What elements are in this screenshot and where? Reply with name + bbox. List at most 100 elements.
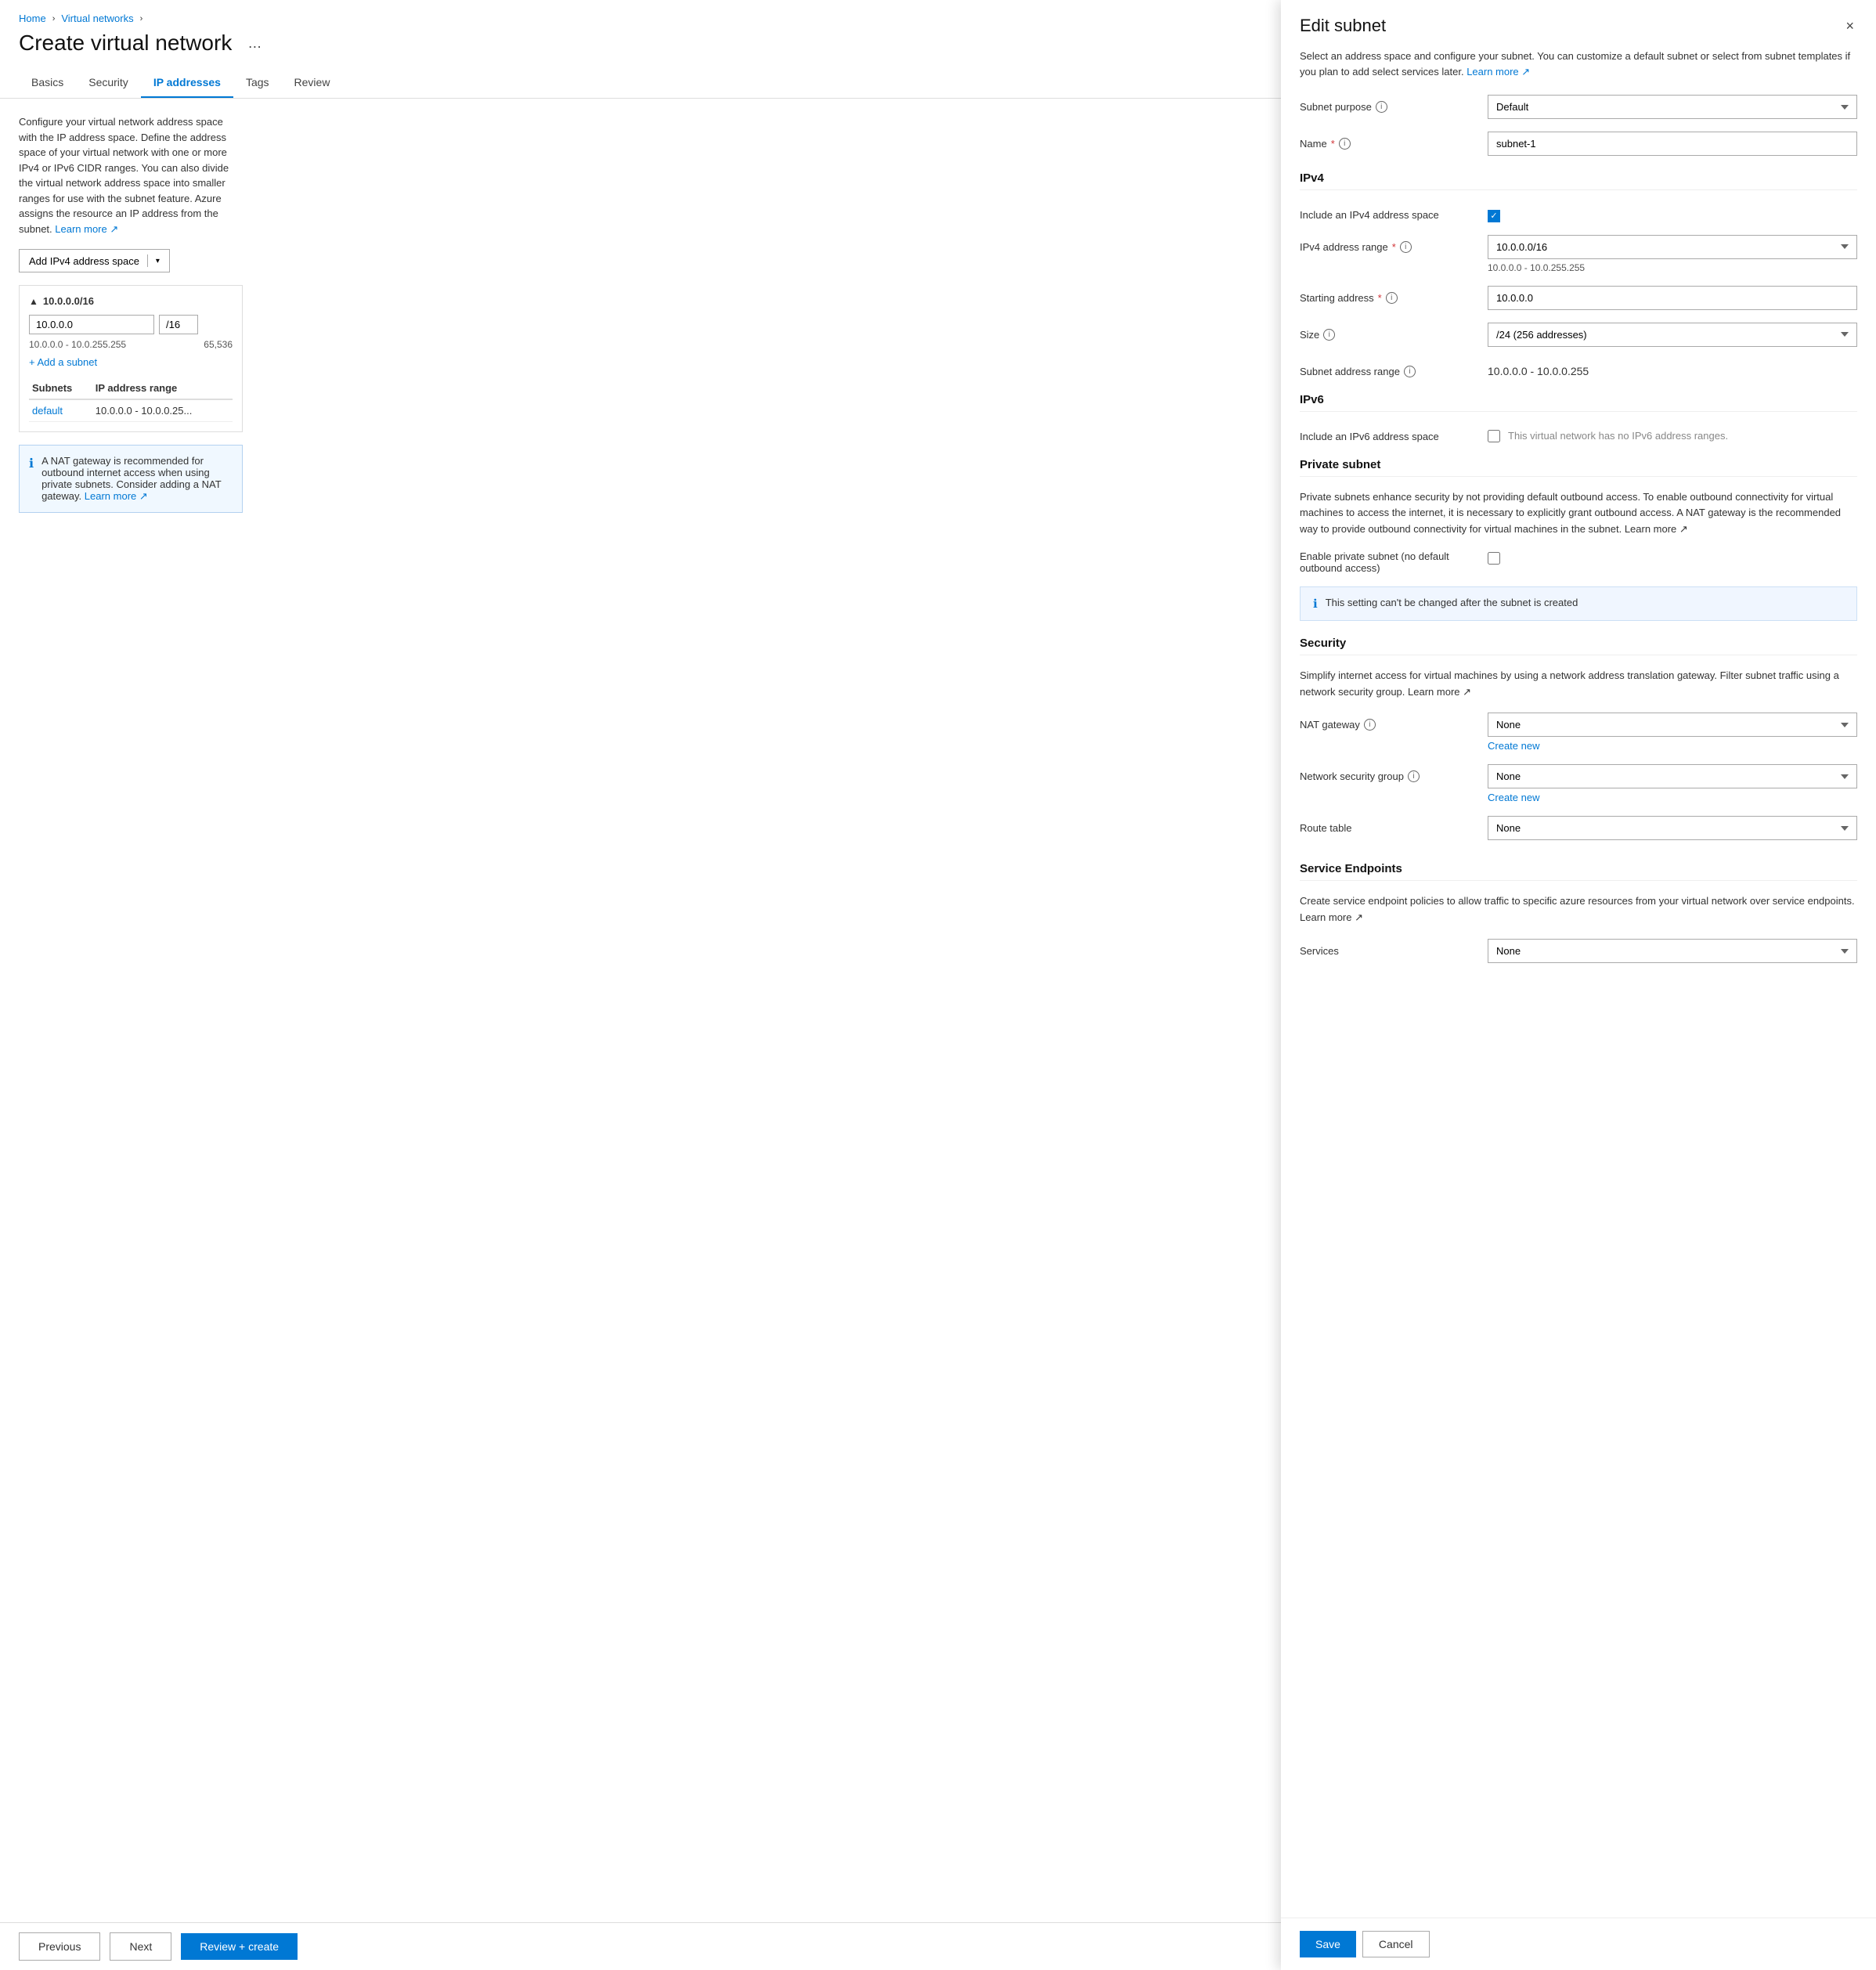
nat-gateway-select[interactable]: None [1488,713,1857,737]
service-endpoints-learn-more-link[interactable]: Learn more ↗ [1300,911,1363,923]
starting-address-input[interactable] [1488,286,1857,310]
security-section-heading: Security [1300,637,1857,650]
subnet-purpose-row: Subnet purpose i Default [1300,95,1857,119]
nsg-label: Network security group [1300,770,1404,782]
private-subnet-desc: Private subnets enhance security by not … [1300,489,1857,538]
subnet-address-range-label: Subnet address range [1300,366,1400,377]
size-select[interactable]: /24 (256 addresses) [1488,323,1857,347]
subnets-table: Subnets IP address range default 10.0.0.… [29,377,233,422]
close-button[interactable]: × [1842,16,1857,36]
nat-gateway-row: NAT gateway i None Create new [1300,713,1857,752]
include-ipv4-checkbox[interactable] [1488,210,1500,222]
private-note-text: This setting can't be changed after the … [1326,597,1578,608]
nat-gateway-create-new-link[interactable]: Create new [1488,740,1857,752]
left-description: Configure your virtual network address s… [19,114,243,236]
info-learn-more-link[interactable]: Learn more ↗ [85,490,148,502]
security-learn-more-link[interactable]: Learn more ↗ [1408,686,1471,698]
subnet-address-range-value: 10.0.0.0 - 10.0.0.255 [1488,365,1589,377]
services-select[interactable]: None [1488,939,1857,963]
drawer-footer: Save Cancel [1281,1918,1876,1970]
tab-basics[interactable]: Basics [19,68,76,98]
ipv4-range-info-icon[interactable]: i [1400,241,1412,253]
route-table-select[interactable]: None [1488,816,1857,840]
ipv6-placeholder-text: This virtual network has no IPv6 address… [1508,430,1728,442]
size-info-icon[interactable]: i [1323,329,1335,341]
name-label: Name [1300,138,1327,150]
services-label: Services [1300,945,1339,957]
include-ipv6-row: Include an IPv6 address space This virtu… [1300,424,1857,442]
address-available-count: 65,536 [204,339,233,350]
size-label: Size [1300,329,1319,341]
breadcrumb-virtual-networks[interactable]: Virtual networks [61,13,133,24]
edit-subnet-drawer: Edit subnet × Select an address space an… [1281,0,1876,1970]
note-info-icon: ℹ [1313,597,1318,611]
left-learn-more-link[interactable]: Learn more ↗ [55,223,118,235]
drawer-learn-more-link[interactable]: Learn more ↗ [1467,66,1530,78]
include-ipv6-checkbox[interactable] [1488,430,1500,442]
tab-review[interactable]: Review [282,68,343,98]
ipv4-range-label: IPv4 address range [1300,241,1388,253]
nsg-create-new-link[interactable]: Create new [1488,792,1857,803]
cancel-button[interactable]: Cancel [1362,1931,1430,1957]
enable-private-checkbox[interactable] [1488,552,1500,565]
route-table-label: Route table [1300,822,1352,834]
nsg-row: Network security group i None Create new [1300,764,1857,803]
review-create-button[interactable]: Review + create [181,1933,298,1960]
security-desc: Simplify internet access for virtual mac… [1300,668,1857,701]
nsg-info-icon[interactable]: i [1408,770,1420,782]
ipv4-divider [1300,189,1857,190]
address-block: ▲ 10.0.0.0/16 10.0.0.0 - 10.0.255.255 65… [19,285,243,432]
nat-gateway-label: NAT gateway [1300,719,1360,731]
private-subnet-divider [1300,476,1857,477]
subnet-purpose-info-icon[interactable]: i [1376,101,1387,113]
drawer-body: Select an address space and configure yo… [1281,49,1876,1918]
previous-button[interactable]: Previous [19,1932,100,1961]
include-ipv4-row: Include an IPv4 address space [1300,203,1857,222]
name-input[interactable] [1488,132,1857,156]
subnets-col-header: Subnets [29,377,92,399]
subnet-purpose-select[interactable]: Default [1488,95,1857,119]
ipv4-range-select[interactable]: 10.0.0.0/16 [1488,235,1857,259]
service-endpoints-heading: Service Endpoints [1300,862,1857,875]
enable-private-label: Enable private subnet (no default outbou… [1300,550,1488,574]
breadcrumb-home[interactable]: Home [19,13,46,24]
subnet-address-range-info-icon[interactable]: i [1404,366,1416,377]
include-ipv4-label: Include an IPv4 address space [1300,209,1439,221]
drawer-header: Edit subnet × [1281,0,1876,49]
save-button[interactable]: Save [1300,1931,1356,1957]
tab-security[interactable]: Security [76,68,141,98]
subnet-name-link[interactable]: default [32,405,63,417]
starting-address-row: Starting address * i [1300,286,1857,310]
tab-tags[interactable]: Tags [233,68,282,98]
add-ipv4-label: Add IPv4 address space [29,255,139,267]
address-ip-input[interactable] [29,315,154,334]
services-row: Services None [1300,939,1857,963]
address-range-text: 10.0.0.0 - 10.0.255.255 [29,339,126,350]
starting-address-label: Starting address [1300,292,1374,304]
subnet-range-cell: 10.0.0.0 - 10.0.0.25... [92,399,233,422]
ellipsis-menu-button[interactable]: … [241,32,268,55]
info-icon: ℹ [29,456,34,471]
ip-range-col-header: IP address range [92,377,233,399]
size-row: Size i /24 (256 addresses) [1300,323,1857,347]
ipv6-section-heading: IPv6 [1300,393,1857,406]
collapse-arrow-icon[interactable]: ▲ [29,296,38,307]
private-subnet-learn-more-link[interactable]: Learn more ↗ [1625,523,1688,535]
add-subnet-link[interactable]: + Add a subnet [29,356,233,368]
left-panel: Configure your virtual network address s… [19,114,262,1907]
ipv4-range-subtext: 10.0.0.0 - 10.0.255.255 [1488,262,1857,273]
include-ipv6-label: Include an IPv6 address space [1300,431,1439,442]
subnet-purpose-label: Subnet purpose [1300,101,1372,113]
starting-address-info-icon[interactable]: i [1386,292,1398,304]
add-ipv4-button[interactable]: Add IPv4 address space ▾ [19,249,170,272]
ipv6-divider [1300,411,1857,412]
name-row: Name * i [1300,132,1857,156]
name-info-icon[interactable]: i [1339,138,1351,150]
nsg-select[interactable]: None [1488,764,1857,788]
address-prefix-input[interactable] [159,315,198,334]
page-title: Create virtual network [19,31,232,56]
next-button[interactable]: Next [110,1932,171,1961]
tab-ip-addresses[interactable]: IP addresses [141,68,233,98]
nat-gateway-info-icon[interactable]: i [1364,719,1376,731]
drawer-title: Edit subnet [1300,16,1386,36]
